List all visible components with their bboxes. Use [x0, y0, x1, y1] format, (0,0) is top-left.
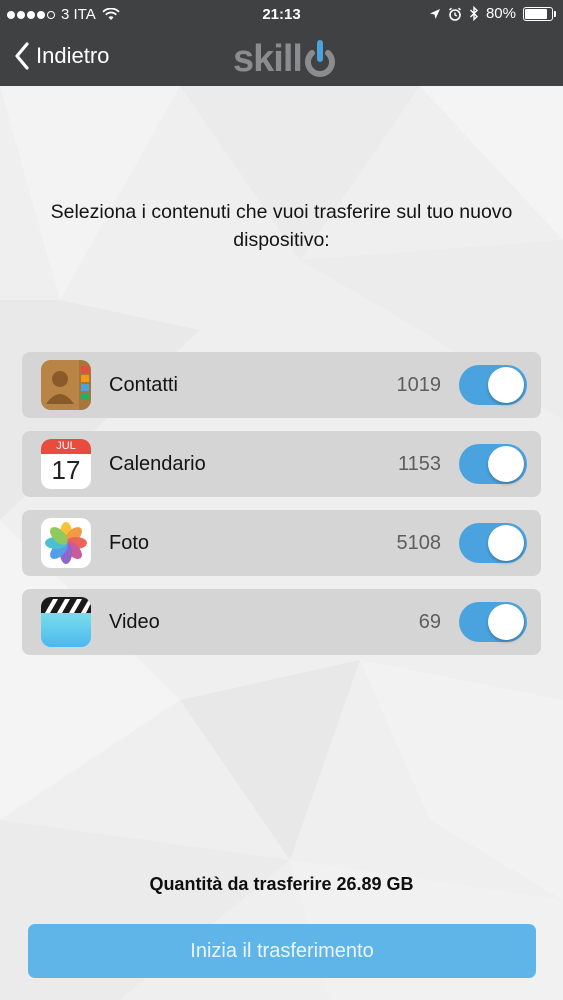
- item-label: Foto: [109, 532, 150, 554]
- top-bar: 3 ITA 21:13 80% Indietro skill: [0, 0, 563, 86]
- item-count: 5108: [396, 532, 442, 554]
- alarm-icon: [448, 7, 461, 21]
- navigation-bar: Indietro skill: [0, 30, 563, 86]
- item-count: 1153: [397, 453, 441, 475]
- calendar-icon-day: 17: [51, 455, 81, 485]
- transfer-size-summary: Quantità da trasferire 26.89 GB: [149, 874, 414, 894]
- item-label: Video: [109, 611, 160, 633]
- battery-percent: 80%: [485, 5, 516, 22]
- battery-icon: [523, 6, 556, 21]
- instruction-text: Seleziona i contenuti che vuoi trasferir…: [50, 201, 513, 251]
- photos-toggle[interactable]: [459, 523, 527, 563]
- status-bar: 3 ITA 21:13 80%: [0, 0, 563, 30]
- start-transfer-button[interactable]: Inizia il trasferimento: [28, 924, 536, 978]
- back-button[interactable]: Indietro: [14, 42, 109, 70]
- list-item-calendar: JUL 17 Calendario 1153: [22, 431, 541, 497]
- videos-app-icon: [41, 597, 91, 647]
- photos-app-icon: [41, 518, 91, 568]
- chevron-left-icon: [15, 42, 29, 70]
- back-label: Indietro: [36, 43, 110, 68]
- list-item-photos: Foto 5108: [22, 510, 541, 576]
- calendar-toggle[interactable]: [459, 444, 527, 484]
- item-label: Calendario: [109, 453, 206, 475]
- calendar-icon-month: JUL: [41, 439, 91, 454]
- skillo-logo: skill: [233, 34, 337, 84]
- contacts-toggle[interactable]: [459, 365, 527, 405]
- location-arrow-icon: [429, 8, 440, 19]
- power-icon: [304, 40, 335, 77]
- logo-text: skill: [233, 38, 303, 80]
- bluetooth-icon: [469, 6, 478, 21]
- list-item-contacts: Contatti 1019: [22, 352, 541, 418]
- item-count: 69: [418, 611, 441, 633]
- item-count: 1019: [396, 374, 442, 396]
- calendar-app-icon: JUL 17: [41, 439, 91, 489]
- list-item-videos: Video 69: [22, 589, 541, 655]
- videos-toggle[interactable]: [459, 602, 527, 642]
- contacts-app-icon: [41, 360, 91, 410]
- content-list: Contatti 1019 JUL 17 Calendario 1153 Fot…: [22, 352, 541, 668]
- item-label: Contatti: [109, 374, 178, 396]
